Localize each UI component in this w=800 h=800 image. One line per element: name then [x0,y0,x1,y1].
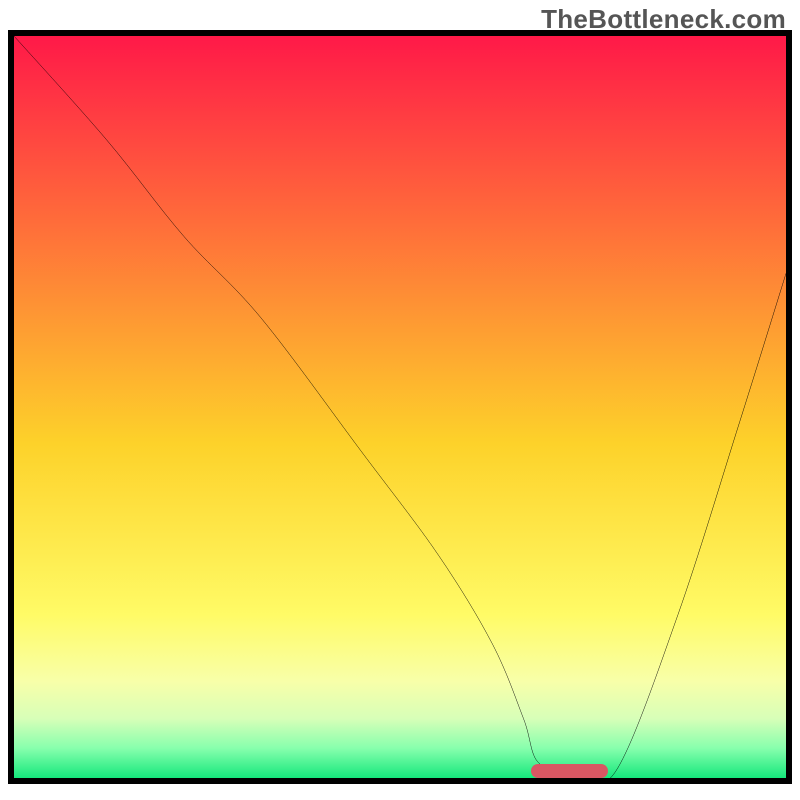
optimum-marker [531,764,608,778]
plot-area [8,30,792,784]
watermark-text: TheBottleneck.com [541,4,786,35]
chart-container: TheBottleneck.com [0,0,800,800]
bottleneck-curve [14,36,786,778]
